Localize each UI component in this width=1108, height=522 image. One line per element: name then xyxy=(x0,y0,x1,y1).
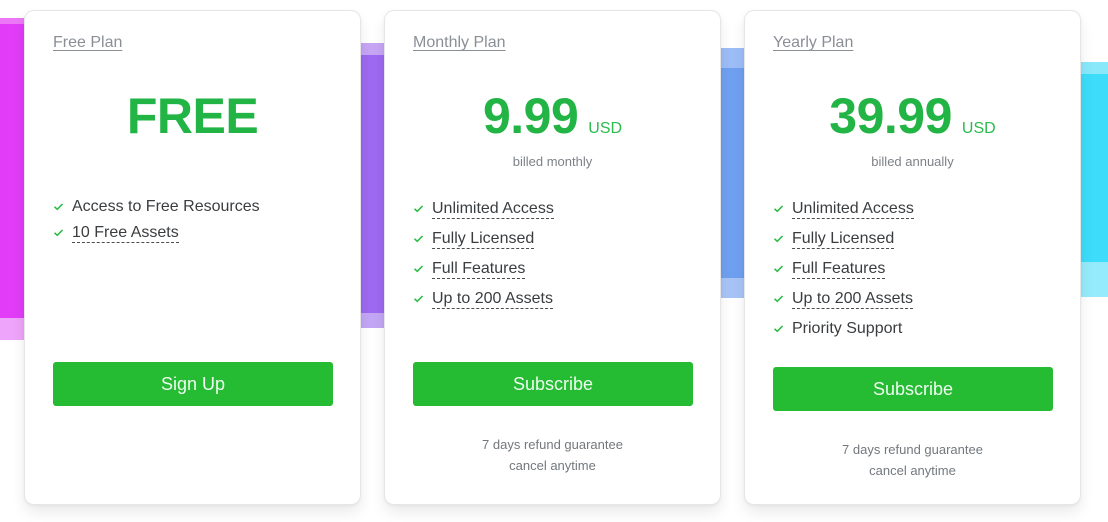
check-icon xyxy=(413,263,424,275)
cancel-line: cancel anytime xyxy=(509,458,596,473)
feature-item: Full Features xyxy=(773,254,914,284)
currency-label: USD xyxy=(588,120,623,137)
subscribe-button[interactable]: Subscribe xyxy=(413,362,693,406)
feature-item: Fully Licensed xyxy=(773,224,914,254)
price-row: 9.99 USD xyxy=(385,87,720,145)
feature-list: Unlimited Access Fully Licensed Full Fea… xyxy=(773,194,914,344)
feature-item: Unlimited Access xyxy=(773,194,914,224)
band-segment-cyan xyxy=(1078,62,1108,297)
feature-item: Fully Licensed xyxy=(413,224,554,254)
price-value: FREE xyxy=(126,88,259,144)
feature-label-tooltip[interactable]: Up to 200 Assets xyxy=(792,289,913,309)
check-icon xyxy=(773,203,784,215)
feature-label: Access to Free Resources xyxy=(72,198,260,215)
price-value: 9.99 xyxy=(482,88,579,144)
check-icon xyxy=(53,227,64,239)
feature-label: Priority Support xyxy=(792,320,903,337)
sign-up-button[interactable]: Sign Up xyxy=(53,362,333,406)
plan-name-link[interactable]: Monthly Plan xyxy=(413,34,506,52)
currency-label: USD xyxy=(961,120,996,137)
feature-item: Access to Free Resources xyxy=(53,194,260,220)
feature-label-tooltip[interactable]: Fully Licensed xyxy=(432,229,535,249)
billing-period: billed annually xyxy=(871,154,954,169)
check-icon xyxy=(773,233,784,245)
feature-list: Access to Free Resources 10 Free Assets xyxy=(53,194,260,246)
feature-item: Up to 200 Assets xyxy=(773,284,914,314)
feature-label-tooltip[interactable]: Unlimited Access xyxy=(792,199,914,219)
check-icon xyxy=(413,233,424,245)
feature-item: 10 Free Assets xyxy=(53,220,260,246)
feature-item: Priority Support xyxy=(773,314,914,344)
subscribe-button[interactable]: Subscribe xyxy=(773,367,1053,411)
cancel-line: cancel anytime xyxy=(869,463,956,478)
plan-name-link[interactable]: Free Plan xyxy=(53,34,122,52)
guarantee-line: 7 days refund guarantee xyxy=(842,442,983,457)
check-icon xyxy=(413,293,424,305)
feature-item: Full Features xyxy=(413,254,554,284)
feature-item: Up to 200 Assets xyxy=(413,284,554,314)
feature-label-tooltip[interactable]: Full Features xyxy=(792,259,886,279)
feature-list: Unlimited Access Fully Licensed Full Fea… xyxy=(413,194,554,314)
feature-item: Unlimited Access xyxy=(413,194,554,224)
feature-label-tooltip[interactable]: Fully Licensed xyxy=(792,229,895,249)
check-icon xyxy=(53,201,64,213)
pricing-cards: Free Plan FREE Access to Free Resources … xyxy=(24,10,1081,505)
pricing-card-yearly: Yearly Plan 39.99 USD billed annually Un… xyxy=(744,10,1081,505)
check-icon xyxy=(773,293,784,305)
plan-name-link[interactable]: Yearly Plan xyxy=(773,34,853,52)
check-icon xyxy=(773,263,784,275)
feature-label-tooltip[interactable]: Unlimited Access xyxy=(432,199,554,219)
guarantee-line: 7 days refund guarantee xyxy=(482,437,623,452)
refund-guarantee-note: 7 days refund guarantee cancel anytime xyxy=(745,439,1080,481)
feature-label-tooltip[interactable]: 10 Free Assets xyxy=(72,223,179,243)
billing-period: billed monthly xyxy=(512,154,593,169)
feature-label-tooltip[interactable]: Full Features xyxy=(432,259,526,279)
check-icon xyxy=(773,323,784,335)
feature-label-tooltip[interactable]: Up to 200 Assets xyxy=(432,289,553,309)
pricing-card-free: Free Plan FREE Access to Free Resources … xyxy=(24,10,361,505)
price-row: 39.99 USD xyxy=(745,87,1080,145)
refund-guarantee-note: 7 days refund guarantee cancel anytime xyxy=(385,434,720,476)
price-value: 39.99 xyxy=(829,88,952,144)
pricing-card-monthly: Monthly Plan 9.99 USD billed monthly Unl… xyxy=(384,10,721,505)
price-row: FREE xyxy=(25,87,360,145)
check-icon xyxy=(413,203,424,215)
